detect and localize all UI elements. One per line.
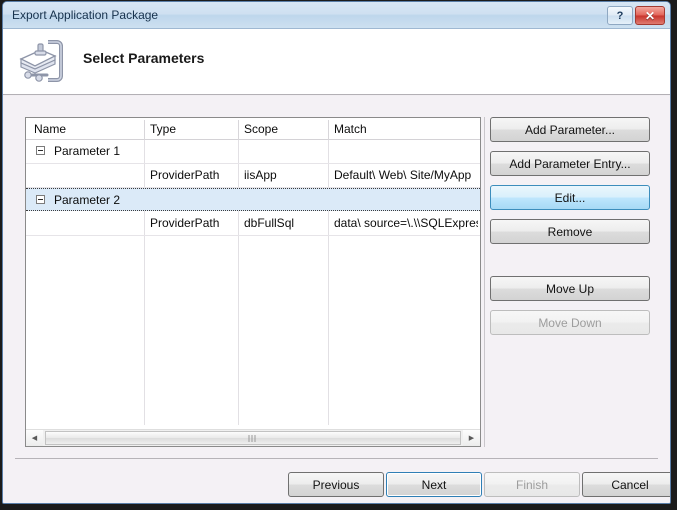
close-button[interactable]: ✕ bbox=[635, 6, 665, 25]
edit-button[interactable]: Edit... bbox=[490, 185, 650, 210]
cell-scope: dbFullSql bbox=[244, 216, 295, 230]
footer-divider bbox=[15, 458, 658, 459]
scroll-right-icon[interactable]: ▶ bbox=[463, 430, 480, 446]
scrollbar-thumb[interactable] bbox=[45, 431, 461, 445]
table-row[interactable]: ProviderPath dbFullSql data\ source=\.\\… bbox=[26, 212, 480, 235]
column-header-type[interactable]: Type bbox=[150, 122, 176, 136]
add-parameter-entry-button[interactable]: Add Parameter Entry... bbox=[490, 151, 650, 176]
title-bar[interactable]: Export Application Package ? ✕ bbox=[3, 2, 670, 29]
cell-match: data\ source=\.\\SQLExpress bbox=[334, 216, 478, 230]
column-header-scope[interactable]: Scope bbox=[244, 122, 278, 136]
add-parameter-button[interactable]: Add Parameter... bbox=[490, 117, 650, 142]
column-divider[interactable] bbox=[328, 120, 329, 140]
dialog-header: Select Parameters bbox=[3, 29, 670, 95]
column-header-match[interactable]: Match bbox=[334, 122, 367, 136]
previous-button[interactable]: Previous bbox=[288, 472, 384, 497]
next-button[interactable]: Next bbox=[386, 472, 482, 497]
horizontal-scrollbar[interactable]: ◀ ▶ bbox=[26, 429, 480, 446]
close-icon: ✕ bbox=[644, 8, 656, 23]
panel-divider bbox=[484, 117, 485, 447]
cell-type: ProviderPath bbox=[150, 168, 220, 182]
help-icon: ? bbox=[616, 9, 624, 22]
row-divider bbox=[26, 235, 480, 236]
help-button[interactable]: ? bbox=[607, 6, 633, 25]
finish-button: Finish bbox=[484, 472, 580, 497]
cancel-button[interactable]: Cancel bbox=[582, 472, 670, 497]
column-divider[interactable] bbox=[144, 120, 145, 140]
cell-name: Parameter 2 bbox=[54, 193, 121, 207]
remove-button[interactable]: Remove bbox=[490, 219, 650, 244]
window-title: Export Application Package bbox=[12, 8, 159, 22]
table-row[interactable]: ProviderPath iisApp Default\ Web\ Site/M… bbox=[26, 164, 480, 187]
scrollbar-grip-icon bbox=[248, 435, 258, 442]
move-up-button[interactable]: Move Up bbox=[490, 276, 650, 301]
move-down-button: Move Down bbox=[490, 310, 650, 335]
cell-name: Parameter 1 bbox=[54, 144, 121, 158]
table-row[interactable]: Parameter 2 bbox=[26, 188, 480, 211]
grid-body: Parameter 1 ProviderPath iisApp Default\… bbox=[26, 140, 480, 425]
page-title: Select Parameters bbox=[83, 50, 205, 66]
column-header-name[interactable]: Name bbox=[34, 122, 66, 136]
cell-scope: iisApp bbox=[244, 168, 277, 182]
cell-type: ProviderPath bbox=[150, 216, 220, 230]
table-row[interactable]: Parameter 1 bbox=[26, 140, 480, 163]
dialog-body: Name Type Scope Match Parameter 1 Provid… bbox=[3, 96, 670, 503]
collapse-icon[interactable] bbox=[36, 195, 45, 204]
grid-header-row: Name Type Scope Match bbox=[26, 118, 480, 140]
collapse-icon[interactable] bbox=[36, 146, 45, 155]
parameters-grid[interactable]: Name Type Scope Match Parameter 1 Provid… bbox=[25, 117, 481, 447]
scroll-left-icon[interactable]: ◀ bbox=[26, 430, 43, 446]
dialog-window: Export Application Package ? ✕ Select Pa… bbox=[2, 1, 671, 504]
cell-match: Default\ Web\ Site/MyApp bbox=[334, 168, 472, 182]
package-clamp-icon bbox=[19, 40, 63, 82]
column-divider[interactable] bbox=[238, 120, 239, 140]
